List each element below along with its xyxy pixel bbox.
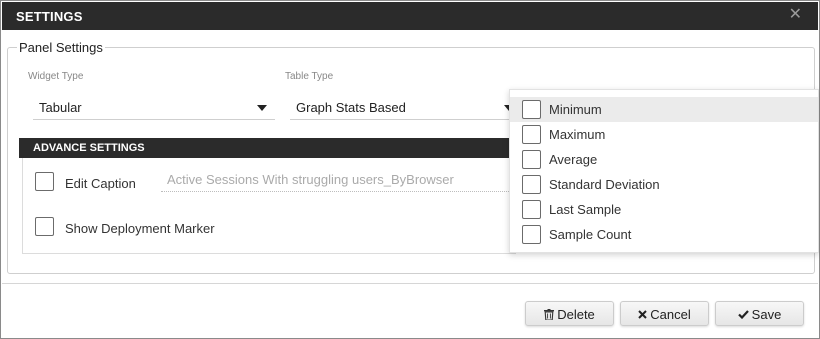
stats-option-label: Sample Count — [549, 227, 632, 242]
edit-caption-checkbox[interactable] — [35, 172, 54, 191]
stats-option-average[interactable]: Average — [510, 147, 818, 172]
stats-option-maximum[interactable]: Maximum — [510, 122, 818, 147]
stats-option-label: Standard Deviation — [549, 177, 660, 192]
stats-option-label: Average — [549, 152, 598, 167]
maximum-checkbox[interactable] — [522, 125, 541, 144]
advance-settings-header: ADVANCE SETTINGS — [19, 138, 519, 158]
deployment-marker-label: Show Deployment Marker — [65, 221, 215, 236]
standard-deviation-checkbox[interactable] — [522, 175, 541, 194]
settings-dialog: SETTINGS ✕ Panel Settings Widget Type Ta… — [0, 0, 820, 339]
stats-option-standard-deviation[interactable]: Standard Deviation — [510, 172, 818, 197]
delete-button[interactable]: Delete — [525, 301, 614, 326]
dialog-titlebar: SETTINGS ✕ — [2, 2, 818, 30]
average-checkbox[interactable] — [522, 150, 541, 169]
stats-dropdown-menu: Minimum Maximum Average Standard Deviati… — [509, 89, 819, 253]
caption-input[interactable]: Active Sessions With struggling users_By… — [161, 166, 513, 192]
stats-option-minimum[interactable]: Minimum — [510, 97, 818, 122]
table-type-value: Graph Stats Based — [296, 100, 406, 115]
widget-type-value: Tabular — [39, 100, 82, 115]
panel-settings-legend: Panel Settings — [17, 40, 105, 55]
save-button[interactable]: Save — [715, 301, 804, 326]
close-icon[interactable]: ✕ — [789, 7, 802, 23]
x-icon — [638, 308, 647, 322]
widget-type-select[interactable]: Tabular — [33, 94, 275, 120]
minimum-checkbox[interactable] — [522, 100, 541, 119]
sample-count-checkbox[interactable] — [522, 225, 541, 244]
stats-option-last-sample[interactable]: Last Sample — [510, 197, 818, 222]
last-sample-checkbox[interactable] — [522, 200, 541, 219]
stats-option-sample-count[interactable]: Sample Count — [510, 222, 818, 247]
table-type-select[interactable]: Graph Stats Based — [290, 94, 522, 120]
check-icon — [737, 308, 749, 322]
footer-divider — [2, 283, 818, 284]
advance-settings-title: ADVANCE SETTINGS — [33, 142, 145, 154]
edit-caption-label: Edit Caption — [65, 176, 136, 191]
chevron-down-icon — [257, 105, 267, 111]
save-label: Save — [751, 307, 782, 322]
cancel-button[interactable]: Cancel — [620, 301, 709, 326]
deployment-marker-checkbox[interactable] — [35, 217, 54, 236]
dialog-title: SETTINGS — [16, 9, 83, 24]
stats-option-label: Maximum — [549, 127, 606, 142]
table-type-label: Table Type — [285, 71, 334, 82]
delete-label: Delete — [557, 307, 595, 322]
trash-icon — [544, 308, 555, 322]
stats-option-label: Minimum — [549, 102, 602, 117]
stats-option-label: Last Sample — [549, 202, 622, 217]
widget-type-label: Widget Type — [28, 71, 84, 82]
cancel-label: Cancel — [650, 307, 691, 322]
